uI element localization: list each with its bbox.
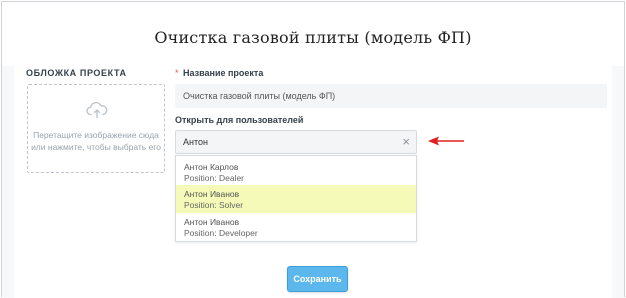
option-name: Антон Иванов bbox=[184, 189, 240, 199]
option-position: Position: Dealer bbox=[184, 173, 245, 183]
users-dropdown: Антон Карлов Position: Dealer Антон Иван… bbox=[175, 155, 417, 242]
page-title: Очистка газовой плиты (модель ФП) bbox=[154, 28, 472, 47]
option-position: Position: Solver bbox=[184, 200, 244, 210]
dropzone-text-line2: или нажмите, чтобы выбрать его bbox=[31, 142, 161, 152]
dropdown-option[interactable]: Антон Карлов Position: Dealer bbox=[176, 158, 416, 186]
option-name: Антон Иванов bbox=[184, 217, 240, 227]
image-dropzone[interactable]: Перетащите изображение сюда или нажмите,… bbox=[27, 84, 165, 173]
required-mark: * bbox=[175, 68, 179, 78]
dropzone-text-line1: Перетащите изображение сюда bbox=[33, 130, 159, 140]
cover-label: ОБЛОЖКА ПРОЕКТА bbox=[26, 68, 127, 78]
project-name-input[interactable]: Очистка газовой плиты (модель ФП) bbox=[175, 84, 607, 108]
option-position: Position: Developer bbox=[184, 228, 258, 238]
header: Очистка газовой плиты (модель ФП) bbox=[2, 2, 624, 66]
dropdown-option[interactable]: Антон Иванов Position: Developer bbox=[176, 213, 416, 241]
users-select[interactable]: Антон × bbox=[175, 130, 417, 154]
users-select-value[interactable]: Антон bbox=[183, 137, 208, 147]
dropzone-text: Перетащите изображение сюда или нажмите,… bbox=[28, 129, 164, 153]
annotation-arrow-icon bbox=[428, 136, 464, 146]
save-button[interactable]: Сохранить bbox=[287, 266, 348, 292]
option-name: Антон Карлов bbox=[184, 162, 239, 172]
open-for-users-label: Открыть для пользователей bbox=[175, 115, 304, 125]
project-name-label: Название проекта bbox=[183, 68, 264, 78]
clear-icon[interactable]: × bbox=[402, 134, 410, 150]
dropdown-option-selected[interactable]: Антон Иванов Position: Solver bbox=[176, 185, 416, 213]
cloud-upload-icon bbox=[86, 101, 108, 119]
